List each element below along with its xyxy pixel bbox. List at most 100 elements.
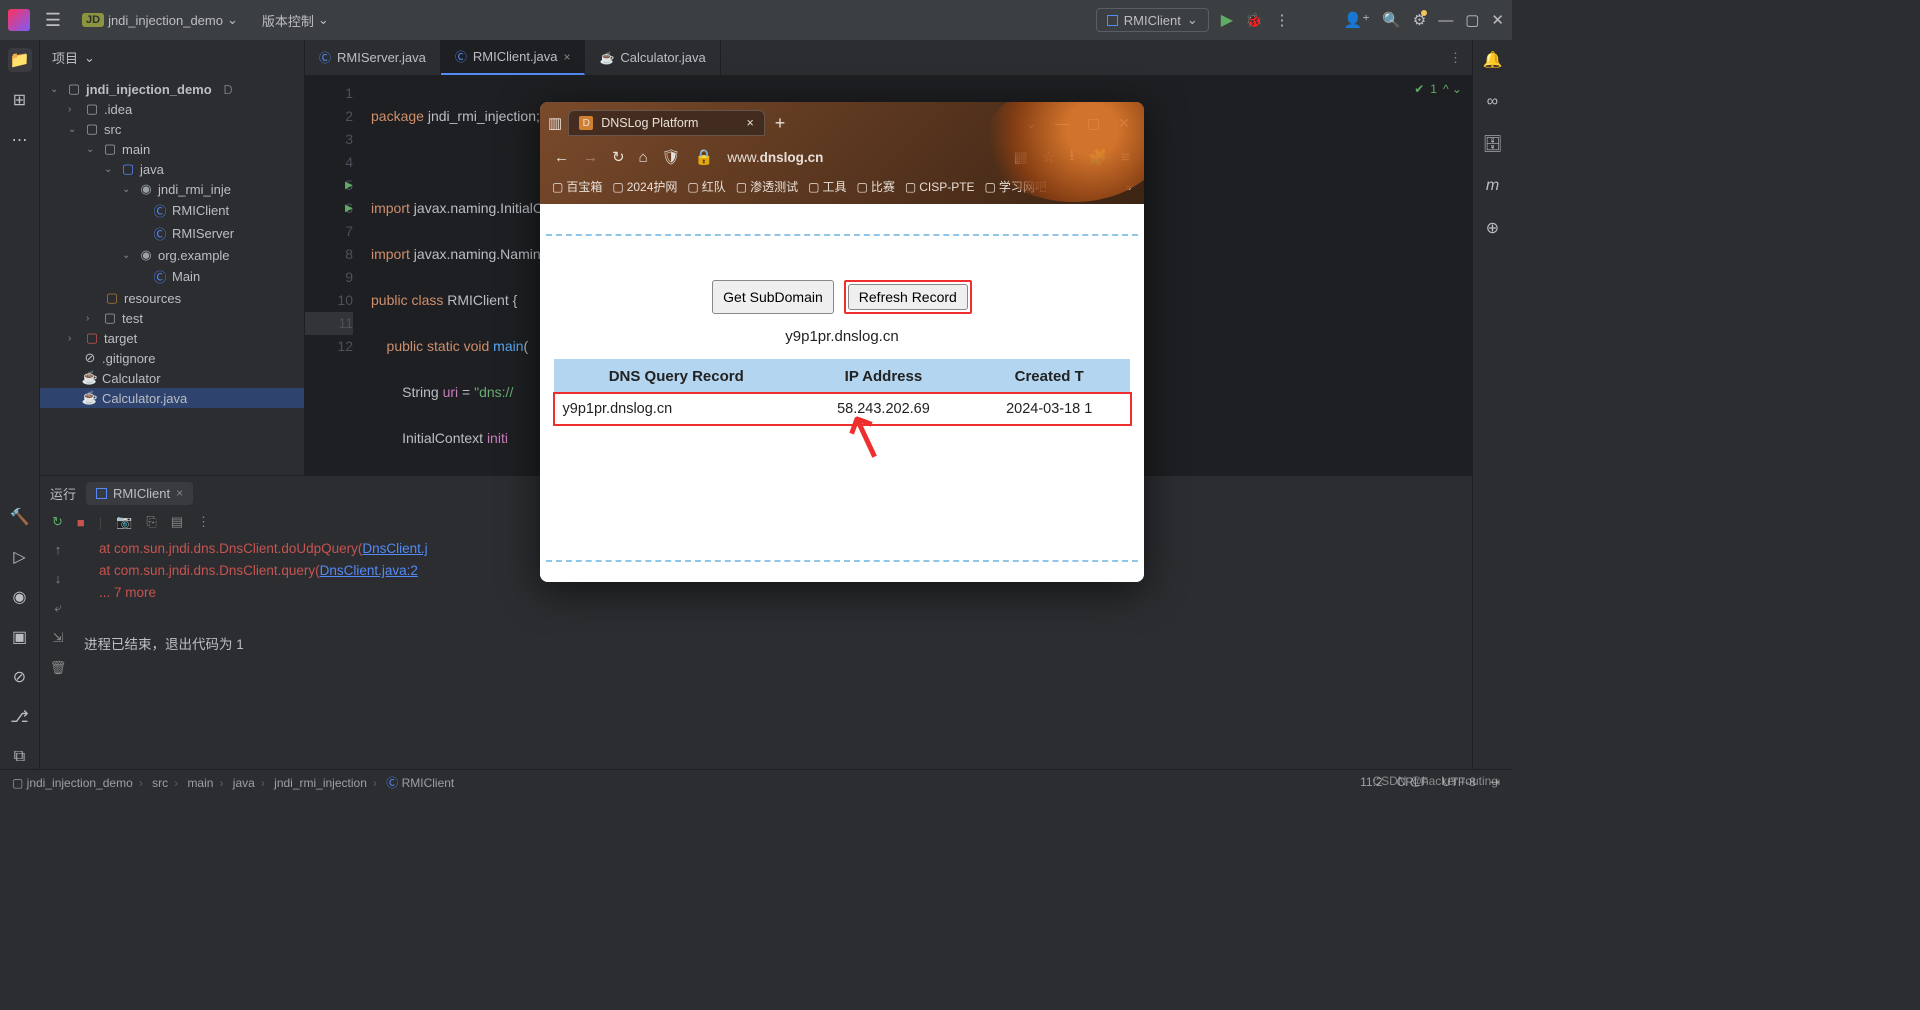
tree-item[interactable]: ⒸMain	[40, 265, 304, 288]
close-icon[interactable]: ×	[563, 50, 570, 64]
titlebar: ☰ JD jndi_injection_demo ⌄ 版本控制 ⌄ RMICli…	[0, 0, 1512, 40]
run-config-selector[interactable]: RMIClient ⌄	[1096, 8, 1209, 32]
tree-item[interactable]: ⒸRMIClient	[40, 199, 304, 222]
bookmark-item[interactable]: ▢ 工具	[808, 178, 846, 195]
vcs-menu[interactable]: 版本控制 ⌄	[256, 7, 335, 34]
vcs-tool-icon[interactable]: ⧉	[8, 745, 32, 769]
tree-item[interactable]: ⌄◉jndi_rmi_inje	[40, 179, 304, 199]
tree-item[interactable]: ⌄▢java	[40, 159, 304, 179]
tree-item[interactable]: ⌄▢main	[40, 139, 304, 159]
run-button[interactable]: ▶	[1221, 10, 1233, 30]
bookmark-item[interactable]: ▢ 2024护网	[612, 178, 677, 195]
run-panel-label[interactable]: 运行	[50, 484, 76, 503]
down-icon[interactable]: ↓	[55, 571, 62, 586]
tree-item[interactable]: ›▢test	[40, 308, 304, 328]
services-tool-icon[interactable]: ◉	[8, 585, 32, 609]
shield-icon[interactable]: 🛡	[662, 148, 681, 166]
database-icon[interactable]: 🗄	[1481, 132, 1505, 156]
minimize-button[interactable]: —	[1438, 12, 1453, 29]
tree-item[interactable]: ›▢.idea	[40, 99, 304, 119]
more-tool-icon[interactable]: ⋯	[8, 128, 32, 152]
tab-rmiclient[interactable]: ⒸRMIClient.java×	[441, 40, 586, 75]
wrap-icon[interactable]: ⤶	[54, 600, 61, 616]
bookmark-item[interactable]: ▢ 红队	[687, 178, 725, 195]
tree-root[interactable]: ⌄▢jndi_injection_demo D	[40, 79, 304, 99]
breadcrumb[interactable]: ▢ jndi_injection_demo› src› main› java› …	[12, 774, 454, 791]
close-button[interactable]: ✕	[1491, 11, 1504, 29]
bookmark-item[interactable]: ▢ 渗透测试	[736, 178, 798, 195]
refresh-record-button[interactable]: Refresh Record	[848, 284, 968, 310]
tree-item[interactable]: ⊘.gitignore	[40, 348, 304, 368]
watermark: CSDN @hacker routing	[1372, 774, 1498, 788]
run-tool-icon[interactable]: ▷	[8, 545, 32, 569]
settings-icon[interactable]: ⚙	[1413, 11, 1426, 29]
back-icon[interactable]: ←	[554, 149, 569, 166]
tree-item[interactable]: ☕Calculator	[40, 368, 304, 388]
camera-icon[interactable]: 📷	[116, 514, 132, 530]
tree-item[interactable]: ▢resources	[40, 288, 304, 308]
terminal-tool-icon[interactable]: ▣	[8, 625, 32, 649]
tree-item[interactable]: ⌄◉org.example	[40, 245, 304, 265]
rerun-icon[interactable]: ↻	[52, 514, 63, 530]
chevron-down-icon: ⌄	[1187, 12, 1198, 28]
home-icon[interactable]: ⌂	[639, 149, 648, 166]
chevron-down-icon: ⌄	[84, 50, 95, 66]
maven-icon[interactable]: m	[1481, 174, 1505, 198]
exit-message: 进程已结束，退出代码为 1	[84, 634, 1464, 656]
trash-icon[interactable]: 🗑	[50, 660, 67, 676]
browser-tab[interactable]: D DNSLog Platform ×	[568, 110, 765, 136]
structure-tool-icon[interactable]: ⊞	[8, 88, 32, 112]
layout-icon[interactable]: ▤	[171, 514, 183, 530]
project-selector[interactable]: JD jndi_injection_demo ⌄	[76, 8, 244, 32]
ai-icon[interactable]: ∞	[1481, 90, 1505, 114]
problems-tool-icon[interactable]: ⊘	[8, 665, 32, 689]
right-tool-rail: 🔔 ∞ 🗄 m ⊕	[1472, 40, 1512, 769]
bookmark-item[interactable]: ▢ CISP-PTE	[905, 180, 975, 194]
build-tool-icon[interactable]: 🔨	[8, 505, 32, 529]
export-icon[interactable]: ⎘	[146, 514, 156, 530]
tree-item[interactable]: ☕Calculator.java	[40, 388, 304, 408]
editor-more-icon[interactable]: ⋮	[1439, 40, 1472, 75]
sidebar-icon[interactable]: ▥	[548, 114, 562, 132]
up-icon[interactable]: ↑	[55, 542, 62, 557]
main-menu-icon[interactable]: ☰	[42, 9, 64, 31]
new-tab-button[interactable]: +	[775, 113, 786, 134]
run-tab[interactable]: RMIClient×	[86, 482, 193, 505]
close-icon[interactable]: ×	[176, 486, 183, 500]
lock-icon[interactable]: 🔒	[695, 148, 714, 166]
inspection-badge[interactable]: ✔ 1 ^ ⌄	[1414, 82, 1462, 96]
bookmark-item[interactable]: ▢ 比赛	[856, 178, 894, 195]
run-gutter-icon[interactable]: ▶	[345, 174, 353, 197]
search-icon[interactable]: 🔍	[1382, 11, 1401, 29]
project-tool-icon[interactable]: 📁	[8, 48, 32, 72]
stop-icon[interactable]: ■	[77, 515, 85, 530]
debug-button[interactable]: 🐞	[1245, 12, 1262, 29]
maximize-button[interactable]: ▢	[1465, 11, 1479, 29]
bookmark-item[interactable]: ▢ 百宝箱	[552, 178, 602, 195]
git-tool-icon[interactable]: ⎇	[8, 705, 32, 729]
reload-icon[interactable]: ↻	[612, 148, 625, 166]
tab-rmiserver[interactable]: ⒸRMIServer.java	[305, 40, 441, 75]
ide-logo-icon	[8, 9, 30, 31]
project-tree-panel: 项目 ⌄ ⌄▢jndi_injection_demo D ›▢.idea ⌄▢s…	[40, 40, 305, 475]
code-with-me-icon[interactable]: 👤⁺	[1343, 11, 1370, 29]
globe-icon[interactable]: ⊕	[1481, 216, 1505, 240]
notifications-icon[interactable]: 🔔	[1481, 48, 1505, 72]
tab-calculator[interactable]: ☕Calculator.java	[585, 40, 720, 75]
tree-item[interactable]: ⌄▢src	[40, 119, 304, 139]
close-icon[interactable]: ×	[746, 116, 753, 130]
more-actions-icon[interactable]: ⋮	[1274, 11, 1289, 29]
tree-item[interactable]: ⒸRMIServer	[40, 222, 304, 245]
get-subdomain-button[interactable]: Get SubDomain	[712, 280, 834, 314]
tree-item[interactable]: ›▢target	[40, 328, 304, 348]
run-gutter-icon[interactable]: ▶	[345, 197, 353, 220]
more-icon[interactable]: ⋮	[197, 514, 210, 530]
col-dns-query: DNS Query Record	[555, 360, 798, 394]
chevron-down-icon: ⌄	[318, 12, 329, 28]
run-config-icon	[1107, 15, 1118, 26]
project-tree-header[interactable]: 项目 ⌄	[40, 40, 304, 75]
address-bar[interactable]: www.www.dnslog.cndnslog.cn	[727, 150, 999, 165]
forward-icon[interactable]: →	[583, 149, 598, 166]
table-row: y9p1pr.dnslog.cn 58.243.202.69 2024-03-1…	[555, 394, 1130, 425]
scroll-icon[interactable]: ⇲	[53, 630, 64, 646]
